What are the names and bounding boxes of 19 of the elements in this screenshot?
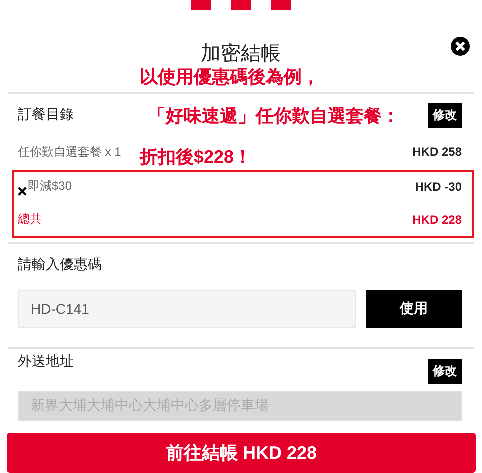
edit-button[interactable]: 修改 [428, 102, 462, 128]
annotation-text: 「好味速遞」任你歎自選套餐： [148, 105, 400, 128]
annotation-text: 以使用優惠碼後為例， [140, 66, 320, 89]
dialog-title: 加密結帳 [201, 42, 281, 67]
total-price: HKD 228 [412, 212, 462, 226]
section-label: 外送地址 [18, 353, 74, 371]
total-label: 總共 [18, 211, 42, 228]
apply-button[interactable]: 使用 [366, 290, 462, 328]
annotation-text: 折扣後$228！ [140, 146, 252, 169]
remove-icon[interactable] [18, 186, 27, 196]
close-icon[interactable] [451, 37, 470, 56]
coupon-field[interactable]: HD-C141 [18, 290, 356, 328]
discount-label: 即減$30 [28, 178, 72, 195]
checkout-button[interactable]: 前往結帳 HKD 228 [7, 433, 476, 473]
item-price: HKD 258 [412, 145, 462, 159]
section-label: 請輸入優惠碼 [18, 256, 103, 274]
discount-amount: HKD -30 [415, 180, 462, 194]
section-label: 訂餐目錄 [18, 106, 74, 124]
item-name: 任你歎自選套餐 x 1 [18, 144, 122, 160]
